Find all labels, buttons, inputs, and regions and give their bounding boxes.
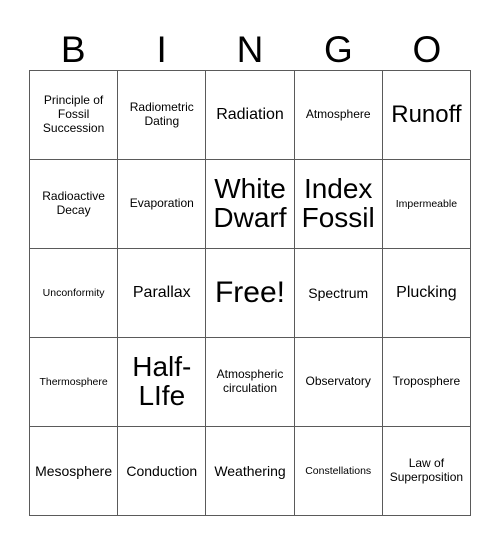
bingo-cell[interactable]: Plucking xyxy=(382,249,471,338)
bingo-cell[interactable]: Spectrum xyxy=(294,249,383,338)
bingo-cell-label: Mesosphere xyxy=(35,462,113,479)
bingo-cell-label: Plucking xyxy=(396,284,457,302)
bingo-cell[interactable]: Troposphere xyxy=(382,338,471,427)
bingo-cell-label: White Dwarf xyxy=(213,173,287,233)
bingo-cell[interactable]: Parallax xyxy=(118,249,207,338)
bingo-cell-label: Radiation xyxy=(216,106,284,124)
bingo-cell[interactable]: Observatory xyxy=(294,338,383,427)
bingo-cell-label: Troposphere xyxy=(392,374,461,389)
bingo-cell-label: Impermeable xyxy=(395,197,458,210)
bingo-cell-label: Runoff xyxy=(391,101,462,129)
bingo-cell[interactable]: Atmosphere xyxy=(294,71,383,160)
header-letter-n: N xyxy=(236,29,264,70)
header-letter-o: O xyxy=(412,29,442,70)
bingo-cell-label: Parallax xyxy=(132,284,191,302)
bingo-cell[interactable]: Half-LIfe xyxy=(118,338,207,427)
bingo-cell-label: Unconformity xyxy=(42,286,105,299)
bingo-cell[interactable]: Mesosphere xyxy=(30,427,119,516)
bingo-cell-label: Atmospheric circulation xyxy=(216,367,284,395)
bingo-cell-label: Principle of Fossil Succession xyxy=(42,93,105,135)
bingo-cell[interactable]: Atmospheric circulation xyxy=(206,338,295,427)
bingo-cell[interactable]: Evaporation xyxy=(118,160,207,249)
bingo-cell[interactable]: Radiometric Dating xyxy=(118,71,207,160)
bingo-cell-label: Index Fossil xyxy=(301,173,375,233)
bingo-cell-label: Constellations xyxy=(305,464,372,477)
bingo-header: B I N G O xyxy=(29,8,471,70)
bingo-cell[interactable]: Radiation xyxy=(206,71,295,160)
bingo-cell[interactable]: Law of Superposition xyxy=(382,427,471,516)
bingo-cell-label: Radiometric Dating xyxy=(129,100,194,128)
bingo-cell[interactable]: Runoff xyxy=(382,71,471,160)
header-letter-i: I xyxy=(156,29,167,70)
bingo-cell-label: Free! xyxy=(214,275,285,309)
bingo-cell-label: Radioactive Decay xyxy=(42,189,105,217)
bingo-grid: Principle of Fossil Succession Radiometr… xyxy=(29,70,471,516)
bingo-cell[interactable]: Index Fossil xyxy=(294,160,383,249)
bingo-cell-label: Conduction xyxy=(126,462,198,479)
header-letter-b: B xyxy=(60,29,86,70)
bingo-cell[interactable]: Constellations xyxy=(294,427,383,516)
bingo-cell-label: Evaporation xyxy=(129,196,194,211)
bingo-cell-label: Weathering xyxy=(214,462,286,479)
bingo-cell[interactable]: Impermeable xyxy=(382,160,471,249)
bingo-cell-label: Law of Superposition xyxy=(389,456,464,484)
header-letter-g: G xyxy=(324,29,353,70)
bingo-card: B I N G O Principle of Fossil Succession… xyxy=(29,8,471,516)
bingo-cell[interactable]: Conduction xyxy=(118,427,207,516)
bingo-cell-label: Half-LIfe xyxy=(132,351,192,411)
bingo-cell[interactable]: Principle of Fossil Succession xyxy=(30,71,119,160)
bingo-cell[interactable]: Thermosphere xyxy=(30,338,119,427)
bingo-cell-label: Observatory xyxy=(305,374,371,389)
bingo-cell[interactable]: Unconformity xyxy=(30,249,119,338)
bingo-cell-label: Atmosphere xyxy=(305,107,371,122)
bingo-cell-label: Spectrum xyxy=(308,284,369,301)
bingo-cell[interactable]: Weathering xyxy=(206,427,295,516)
bingo-cell-label: Thermosphere xyxy=(39,375,108,388)
bingo-cell[interactable]: Radioactive Decay xyxy=(30,160,119,249)
bingo-cell[interactable]: White Dwarf xyxy=(206,160,295,249)
bingo-cell-free[interactable]: Free! xyxy=(206,249,295,338)
